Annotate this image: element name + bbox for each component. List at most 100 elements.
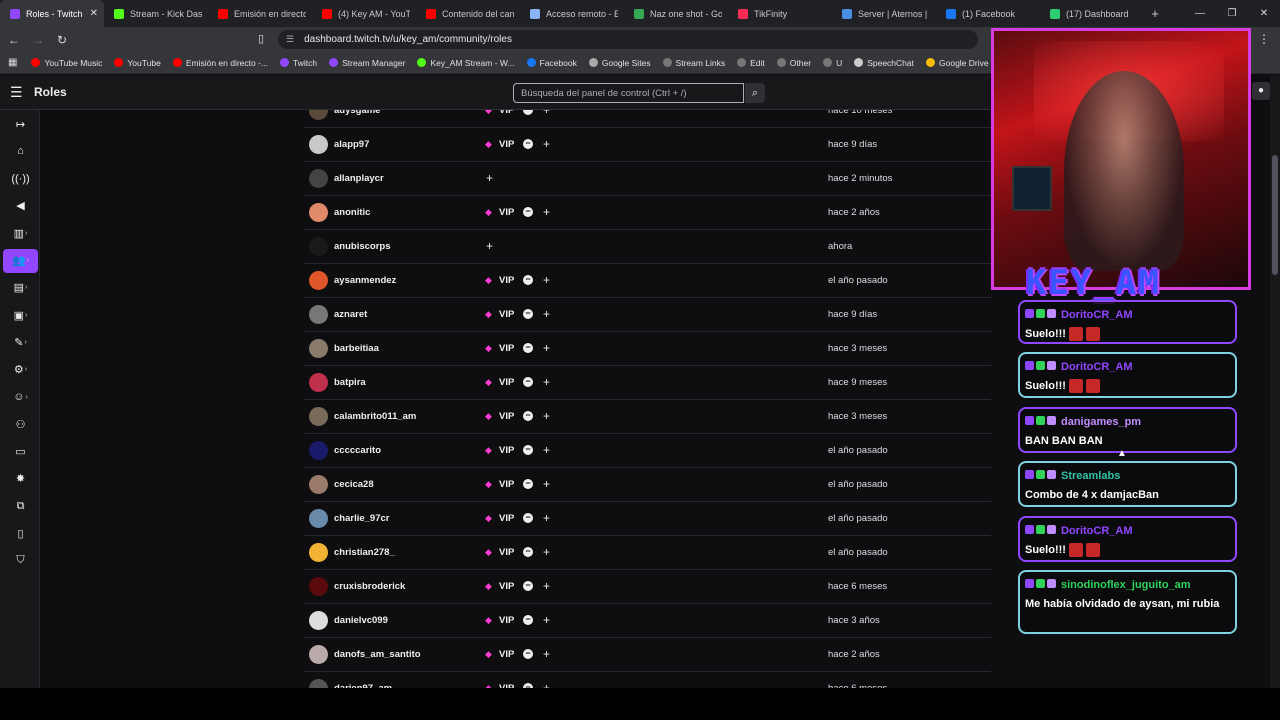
close-tab-icon[interactable]: ✕ bbox=[90, 8, 98, 19]
remove-role-button[interactable]: − bbox=[523, 139, 533, 149]
url-field[interactable]: ☰ dashboard.twitch.tv/u/key_am/community… bbox=[278, 30, 978, 49]
username[interactable]: batpira bbox=[334, 377, 366, 388]
add-role-button[interactable]: + bbox=[543, 545, 550, 559]
sidebar-item-extensions[interactable]: ⧉ bbox=[3, 494, 38, 518]
avatar[interactable] bbox=[309, 645, 328, 664]
sidebar-item-viewer-rewards[interactable]: ☺ › bbox=[3, 385, 38, 409]
remove-role-button[interactable]: − bbox=[523, 343, 533, 353]
browser-tab[interactable]: (4) Key AM - YouTu bbox=[312, 0, 416, 27]
remove-role-button[interactable]: − bbox=[523, 275, 533, 285]
remove-role-button[interactable]: − bbox=[523, 309, 533, 319]
avatar[interactable] bbox=[309, 135, 328, 154]
sidebar-item-content[interactable]: ▤ › bbox=[3, 276, 38, 300]
add-role-button[interactable]: + bbox=[543, 477, 550, 491]
minimize-icon[interactable]: — bbox=[1184, 8, 1216, 19]
bookmark-item[interactable]: Stream Links bbox=[662, 58, 725, 68]
browser-tab[interactable]: Emisión en directo bbox=[208, 0, 312, 27]
forward-icon[interactable]: → bbox=[28, 33, 48, 47]
search-icon[interactable]: ⌕ bbox=[745, 83, 765, 103]
username[interactable]: christian278_ bbox=[334, 547, 395, 558]
back-icon[interactable]: ← bbox=[4, 33, 24, 47]
add-role-button[interactable]: + bbox=[543, 579, 550, 593]
bookmark-item[interactable]: Twitch bbox=[280, 58, 317, 68]
username[interactable]: cecica28 bbox=[334, 479, 374, 490]
sidebar-item-book[interactable]: ▯ bbox=[3, 522, 38, 546]
close-window-icon[interactable]: ✕ bbox=[1248, 8, 1280, 19]
bookmark-item[interactable]: YouTube bbox=[114, 58, 161, 68]
username[interactable]: anubiscorps bbox=[334, 241, 391, 252]
bookmark-item[interactable]: SpeechChat bbox=[854, 58, 914, 68]
bookmark-star-icon[interactable]: ▯ bbox=[258, 32, 264, 45]
remove-role-button[interactable]: − bbox=[523, 615, 533, 625]
username[interactable]: charlie_97cr bbox=[334, 513, 389, 524]
hamburger-menu-icon[interactable]: ☰ bbox=[10, 84, 23, 101]
apps-grid-icon[interactable]: ▦ bbox=[8, 57, 17, 68]
sidebar-item-badge[interactable]: ✸ bbox=[3, 467, 38, 491]
avatar[interactable] bbox=[309, 475, 328, 494]
add-role-button[interactable]: + bbox=[486, 239, 493, 253]
username[interactable]: cruxisbroderick bbox=[334, 581, 405, 592]
sidebar-item-add-user[interactable]: ⚇ bbox=[3, 412, 38, 436]
browser-tab[interactable]: Naz one shot - Goo bbox=[624, 0, 728, 27]
sidebar-item-analytics[interactable]: ▥ › bbox=[3, 221, 38, 245]
add-role-button[interactable]: + bbox=[543, 613, 550, 627]
bookmark-item[interactable]: Facebook bbox=[526, 58, 577, 68]
remove-role-button[interactable]: − bbox=[523, 377, 533, 387]
username[interactable]: barbeitiaa bbox=[334, 343, 379, 354]
remove-role-button[interactable]: − bbox=[523, 445, 533, 455]
site-info-icon[interactable]: ☰ bbox=[286, 34, 294, 45]
add-role-button[interactable]: + bbox=[543, 681, 550, 688]
avatar[interactable] bbox=[309, 237, 328, 256]
add-role-button[interactable]: + bbox=[543, 137, 550, 151]
new-tab-button[interactable]: + bbox=[1144, 6, 1166, 21]
avatar[interactable] bbox=[309, 543, 328, 562]
sidebar-item-video[interactable]: ▭ bbox=[3, 440, 38, 464]
username[interactable]: aysanmendez bbox=[334, 275, 396, 286]
add-role-button[interactable]: + bbox=[543, 375, 550, 389]
sidebar-item-broadcast[interactable]: ((·)) bbox=[3, 167, 38, 191]
avatar[interactable] bbox=[309, 339, 328, 358]
username[interactable]: cccccarito bbox=[334, 445, 381, 456]
bookmark-item[interactable]: Key_AM Stream - W... bbox=[417, 58, 515, 68]
bookmark-item[interactable]: U bbox=[823, 58, 842, 68]
bookmark-item[interactable]: Google Sites bbox=[588, 58, 651, 68]
browser-tab[interactable]: Stream - Kick Dashb bbox=[104, 0, 208, 27]
username[interactable]: anonitic bbox=[334, 207, 370, 218]
avatar[interactable] bbox=[309, 373, 328, 392]
remove-role-button[interactable]: − bbox=[523, 581, 533, 591]
bookmark-item[interactable]: Google Drive bbox=[926, 58, 989, 68]
sidebar-item-settings[interactable]: ⚙ › bbox=[3, 358, 38, 382]
username[interactable]: allanplaycr bbox=[334, 173, 384, 184]
avatar[interactable] bbox=[309, 169, 328, 188]
bookmark-item[interactable]: YouTube Music bbox=[31, 58, 102, 68]
avatar[interactable] bbox=[309, 305, 328, 324]
sidebar-item-shield[interactable]: ⛉ bbox=[3, 549, 38, 573]
avatar[interactable] bbox=[309, 407, 328, 426]
bookmark-item[interactable]: Edit bbox=[737, 58, 765, 68]
avatar[interactable] bbox=[309, 110, 328, 120]
remove-role-button[interactable]: − bbox=[523, 513, 533, 523]
remove-role-button[interactable]: − bbox=[523, 207, 533, 217]
username[interactable]: alapp97 bbox=[334, 139, 369, 150]
page-scrollbar[interactable] bbox=[1270, 75, 1280, 688]
dashboard-search-input[interactable]: Búsqueda del panel de control (Ctrl + /) bbox=[513, 83, 744, 103]
username[interactable]: auysgame bbox=[334, 110, 380, 116]
bookmark-item[interactable]: Other bbox=[776, 58, 811, 68]
sidebar-item-tools[interactable]: ✎ › bbox=[3, 330, 38, 354]
browser-tab[interactable]: Contenido del canal bbox=[416, 0, 520, 27]
add-role-button[interactable]: + bbox=[486, 171, 493, 185]
avatar[interactable] bbox=[309, 679, 328, 688]
sidebar-item-megaphone[interactable]: ◀ bbox=[3, 194, 38, 218]
avatar[interactable] bbox=[309, 577, 328, 596]
remove-role-button[interactable]: − bbox=[523, 479, 533, 489]
add-role-button[interactable]: + bbox=[543, 110, 550, 117]
avatar[interactable] bbox=[309, 271, 328, 290]
remove-role-button[interactable]: − bbox=[523, 649, 533, 659]
add-role-button[interactable]: + bbox=[543, 341, 550, 355]
remove-role-button[interactable]: − bbox=[523, 411, 533, 421]
browser-tab[interactable]: (1) Facebook bbox=[936, 0, 1040, 27]
browser-tab[interactable]: Roles - Twitch ✕ bbox=[0, 0, 104, 27]
username[interactable]: aznaret bbox=[334, 309, 367, 320]
restore-icon[interactable]: ❐ bbox=[1216, 8, 1248, 19]
avatar[interactable] bbox=[309, 611, 328, 630]
